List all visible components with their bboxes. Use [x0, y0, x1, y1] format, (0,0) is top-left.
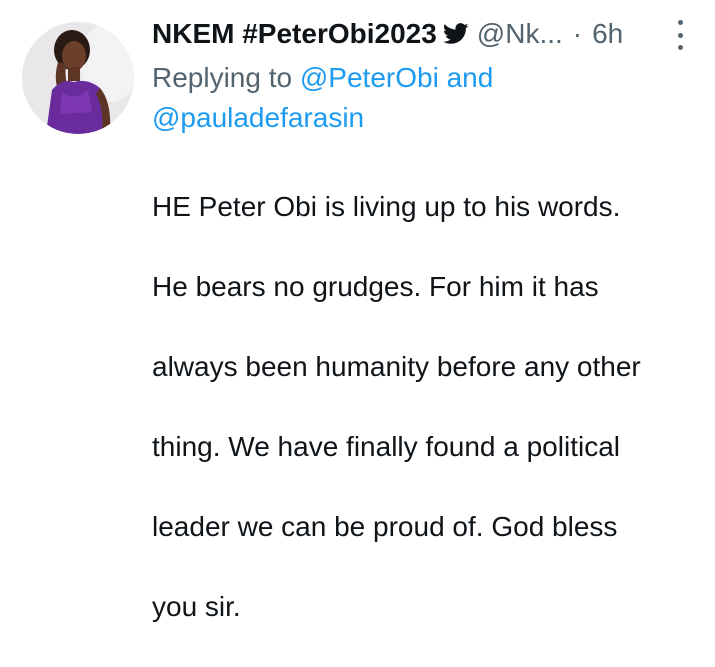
tweet-text-line: always been humanity before any other [152, 351, 641, 382]
tweet-text-line: HE Peter Obi is living up to his words. [152, 191, 621, 222]
tweet-text-line: you sir. [152, 591, 241, 622]
bird-icon [442, 23, 469, 45]
author-display-name[interactable]: NKEM #PeterObi2023 [152, 18, 437, 50]
tweet-timestamp[interactable]: 6h [592, 18, 623, 50]
avatar-image [22, 22, 134, 134]
more-options-icon[interactable] [670, 20, 690, 50]
replying-prefix: Replying to [152, 62, 293, 93]
tweet-text-line: thing. We have finally found a political [152, 431, 620, 462]
tweet-text-line: He bears no grudges. For him it has [152, 271, 599, 302]
mention-conjunction: and [446, 62, 494, 93]
tweet[interactable]: NKEM #PeterObi2023 @Nk... · 6h Replying … [0, 0, 715, 622]
avatar[interactable] [22, 22, 134, 134]
tweet-text-line: leader we can be proud of. God bless [152, 511, 618, 542]
mention-peterobi[interactable]: @PeterObi [300, 62, 439, 93]
separator-dot: · [572, 18, 583, 49]
tweet-header: NKEM #PeterObi2023 @Nk... · 6h [152, 14, 702, 54]
replying-to: Replying to @PeterObi and @pauladefarasi… [152, 58, 672, 138]
tweet-text: HE Peter Obi is living up to his words. … [152, 147, 697, 667]
mention-pauladefarasin[interactable]: @pauladefarasin [152, 102, 364, 133]
author-handle[interactable]: @Nk... [477, 18, 563, 50]
